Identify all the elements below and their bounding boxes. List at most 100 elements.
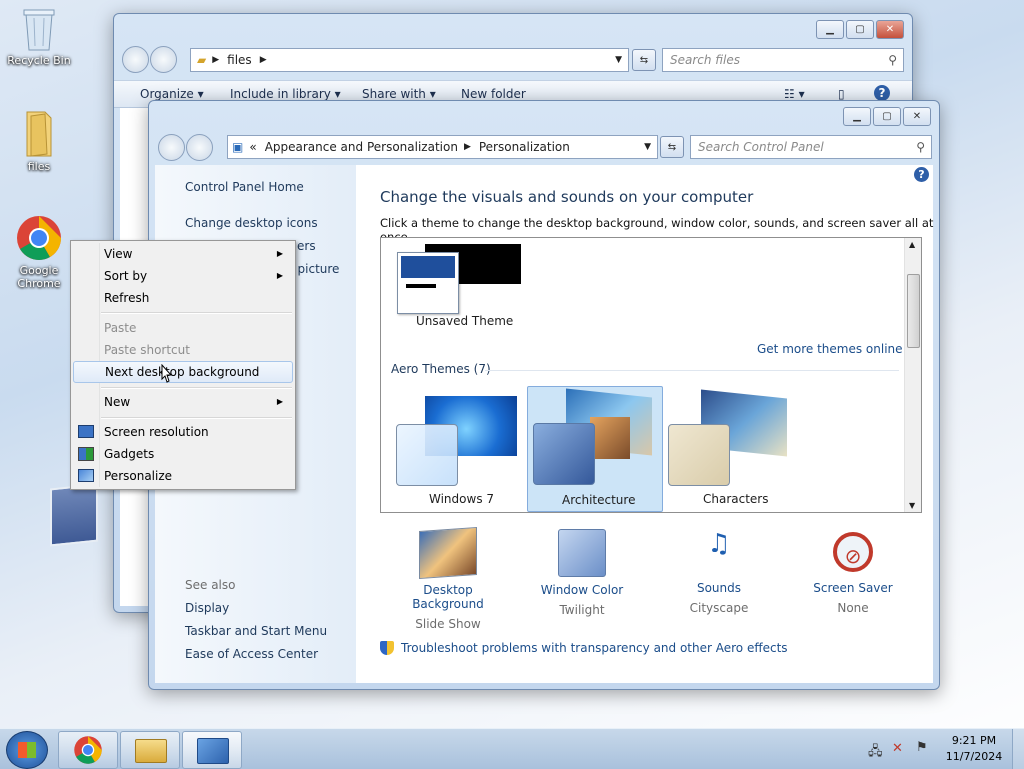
desktop-icon-label: files [27,160,51,173]
sidebar-display[interactable]: Display [185,601,229,615]
theme-list[interactable]: Unsaved Theme Get more themes online Aer… [380,237,922,513]
see-also-heading: See also [185,578,236,592]
control-panel-icon: ▣ [232,140,244,154]
desktop-background-setting[interactable]: Desktop Background Slide Show [386,526,510,631]
explorer-search-input[interactable]: Search files ⚲ [662,48,904,72]
explorer-caption-buttons: ▁ ▢ ✕ [816,20,904,39]
show-desktop-button[interactable] [1012,729,1024,769]
clock-time: 9:21 PM [951,734,997,747]
address-dropdown-icon[interactable]: ▼ [644,142,651,152]
sidebar-change-account-picture[interactable]: t picture [289,262,339,276]
menu-item-sort-by[interactable]: Sort by ▶ [73,265,293,287]
menu-item-view[interactable]: View ▶ [73,243,293,265]
preview-pane-icon[interactable]: ▯ [838,87,845,101]
sidebar-control-panel-home[interactable]: Control Panel Home [185,180,304,194]
minimize-button[interactable]: ▁ [843,107,871,126]
menu-separator [101,312,292,314]
theme-list-scrollbar[interactable]: ▲ ▼ [904,238,921,512]
desktop-window-widget [50,483,98,547]
desktop-icon-recycle-bin[interactable]: Recycle Bin [2,6,76,67]
search-placeholder: Search files [670,53,741,67]
menu-item-paste: Paste [104,321,137,335]
folder-icon [135,739,167,763]
sounds-icon: ♫ [707,529,731,559]
explorer-address-bar[interactable]: ▰ ▶ files ▶ ▼ [190,48,629,72]
menu-item-gadgets[interactable]: Gadgets [73,443,293,465]
desktop-icon-label: Google Chrome [17,264,61,290]
forward-button[interactable] [150,46,177,73]
setting-title[interactable]: Window Color [527,583,637,597]
chrome-icon [15,214,63,262]
aero-themes-divider [485,370,899,371]
desktop-context-menu[interactable]: View ▶ Sort by ▶ Refresh Paste Paste short… [70,240,296,490]
theme-label: Characters [703,492,769,506]
aero-themes-heading: Aero Themes (7) [391,362,491,376]
new-folder-button[interactable]: New folder [461,87,526,101]
breadcrumb-separator-icon: ▶ [212,55,220,65]
help-icon[interactable]: ? [874,85,890,101]
breadcrumb-personalization[interactable]: Personalization [479,140,570,154]
sidebar-ease-of-access[interactable]: Ease of Access Center [185,647,318,661]
menu-item-refresh[interactable]: Refresh [73,287,293,309]
theme-windows7[interactable]: Windows 7 [393,388,523,512]
taskbar-chrome-button[interactable] [58,731,118,769]
get-more-themes-link[interactable]: Get more themes online [757,342,903,356]
cp-search-input[interactable]: Search Control Panel ⚲ [690,135,932,159]
taskbar-explorer-button[interactable] [120,731,180,769]
refresh-button[interactable]: ⇆ [632,49,656,71]
close-button[interactable]: ✕ [876,20,904,39]
mouse-cursor-icon [158,363,174,389]
breadcrumb-separator-icon: ▶ [259,55,267,65]
view-options-icon[interactable]: ☷ ▾ [784,87,805,101]
include-in-library-button[interactable]: Include in library ▾ [230,87,341,101]
setting-value: Twilight [559,603,605,617]
personalize-icon [78,469,94,482]
volume-muted-icon[interactable]: ✕ [892,741,903,756]
action-center-flag-icon[interactable]: ⚑ [916,740,928,755]
forward-button[interactable] [186,134,213,161]
desktop-icon-label: Recycle Bin [7,54,71,67]
maximize-button[interactable]: ▢ [873,107,901,126]
setting-title[interactable]: Desktop Background [386,583,510,611]
sounds-setting[interactable]: ♫ Sounds Cityscape [669,529,769,615]
window-color-setting[interactable]: Window Color Twilight [527,529,637,617]
troubleshoot-link[interactable]: Troubleshoot problems with transparency … [401,641,788,655]
cp-address-bar[interactable]: ▣ « Appearance and Personalization ▶ Per… [227,135,658,159]
theme-architecture[interactable]: Architecture [527,386,663,512]
screen-saver-setting[interactable]: ⊘ Screen Saver None [803,529,903,615]
theme-label: Windows 7 [429,492,495,506]
maximize-button[interactable]: ▢ [846,20,874,39]
sidebar-taskbar-start-menu[interactable]: Taskbar and Start Menu [185,624,327,638]
breadcrumb-appearance[interactable]: Appearance and Personalization [265,140,458,154]
page-title: Change the visuals and sounds on your co… [380,188,754,206]
back-button[interactable] [122,46,149,73]
menu-item-next-desktop-background[interactable]: Next desktop background [73,361,293,383]
taskbar-control-panel-button[interactable] [182,731,242,769]
minimize-button[interactable]: ▁ [816,20,844,39]
network-icon[interactable]: 🖧 [868,742,883,764]
refresh-button[interactable]: ⇆ [660,136,684,158]
clock[interactable]: 9:21 PM 11/7/2024 [940,734,1008,763]
sidebar-change-desktop-icons[interactable]: Change desktop icons [185,216,318,230]
organize-button[interactable]: Organize ▾ [140,87,204,101]
breadcrumb-files[interactable]: files [227,53,252,67]
menu-item-personalize[interactable]: Personalize [73,465,293,487]
start-button[interactable] [6,731,48,769]
back-button[interactable] [158,134,185,161]
setting-title[interactable]: Screen Saver [803,581,903,595]
address-dropdown-icon[interactable]: ▼ [615,55,622,65]
desktop-icon-google-chrome[interactable]: Google Chrome [2,214,76,290]
sidebar-change-mouse-pointers[interactable]: ers [297,239,316,253]
theme-characters[interactable]: Characters [665,388,795,512]
menu-item-new[interactable]: New ▶ [73,391,293,413]
breadcrumb-overflow[interactable]: « [249,140,256,154]
desktop-icon-files[interactable]: files [2,108,76,173]
recycle-bin-icon [22,6,56,52]
close-button[interactable]: ✕ [903,107,931,126]
help-icon[interactable]: ? [914,167,929,182]
share-with-button[interactable]: Share with ▾ [362,87,436,101]
setting-title[interactable]: Sounds [669,581,769,595]
taskbar: 🖧 ✕ ⚑ 9:21 PM 11/7/2024 [0,728,1024,769]
scrollbar-thumb[interactable] [907,274,920,348]
menu-item-screen-resolution[interactable]: Screen resolution [73,421,293,443]
